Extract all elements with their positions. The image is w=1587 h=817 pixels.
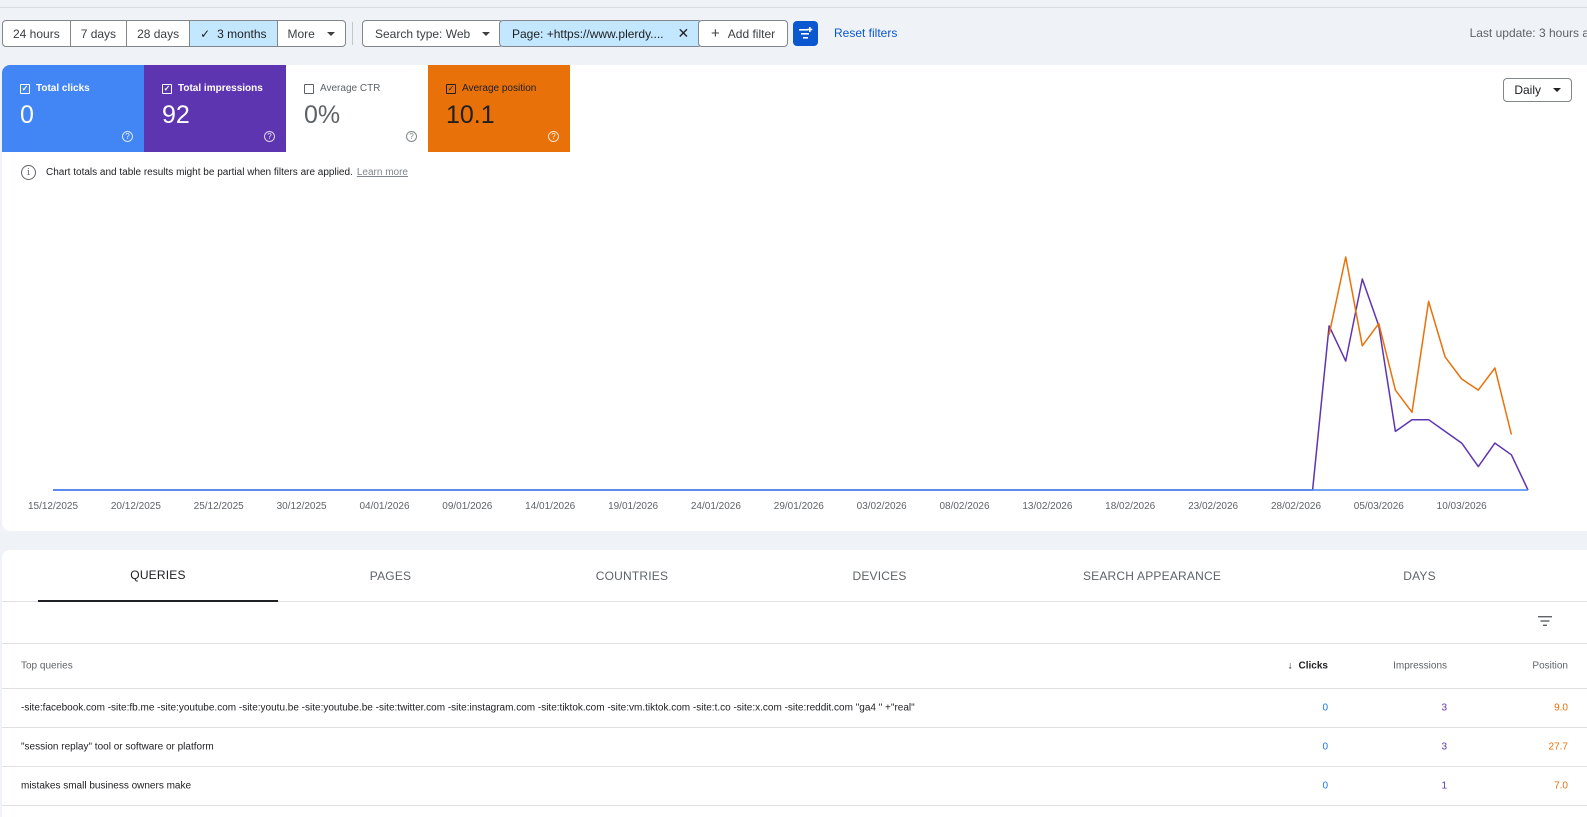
query-cell: mistakes small business owners make [21,780,192,792]
reset-filters-link[interactable]: Reset filters [834,26,897,40]
page-filter-chip[interactable]: Page: +https://www.plerdy.... ✕ [499,20,703,47]
tab-devices[interactable]: DEVICES [782,550,977,602]
x-tick-label: 10/03/2026 [1437,501,1487,512]
x-tick-label: 05/03/2026 [1354,501,1404,512]
range-label: 3 months [217,26,267,41]
range-label: 28 days [137,26,180,41]
add-filter-label: Add filter [727,26,776,41]
x-tick-label: 25/12/2025 [194,501,244,512]
range-7-days[interactable]: 7 days [71,21,128,46]
tab-search-appearance[interactable]: SEARCH APPEARANCE [1052,550,1252,602]
x-tick-label: 13/02/2026 [1022,501,1072,512]
x-tick-label: 18/02/2026 [1105,501,1155,512]
report-table-card: QUERIES PAGES COUNTRIES DEVICES SEARCH A… [2,550,1587,817]
range-label: 7 days [80,26,117,41]
x-tick-label: 20/12/2025 [111,501,161,512]
impressions-cell: 3 [1441,741,1447,753]
x-tick-label: 14/01/2026 [525,501,575,512]
x-tick-label: 19/01/2026 [608,501,658,512]
range-28-days[interactable]: 28 days [127,21,191,46]
clicks-cell: 0 [1322,702,1328,714]
x-tick-label: 28/02/2026 [1271,501,1321,512]
tab-pages[interactable]: PAGES [278,550,503,602]
x-tick-label: 08/02/2026 [939,501,989,512]
tab-queries[interactable]: QUERIES [38,550,278,602]
filter-settings-icon [799,27,813,39]
table-row[interactable]: -site:facebook.com -site:fb.me -site:you… [2,689,1587,728]
check-icon: ✓ [200,26,211,41]
position-cell: 27.7 [1548,741,1568,753]
position-cell: 9.0 [1554,702,1568,714]
performance-line-chart: 15/12/2025 20/12/2025 25/12/2025 30/12/2025… [28,256,1529,512]
range-more-dropdown[interactable]: More [278,21,345,46]
search-type-dropdown[interactable]: Search type: Web [362,20,504,47]
x-tick-label: 29/01/2026 [774,501,824,512]
position-cell: 7.0 [1554,780,1568,792]
impressions-cell: 1 [1441,780,1447,792]
close-icon[interactable]: ✕ [678,25,690,42]
compare-filter-button[interactable] [793,21,818,46]
performance-chart-card: ✓ Total clicks 0 ? ✓ Total impressions 92 … [2,65,1587,531]
chevron-down-icon [326,31,335,36]
add-filter-button[interactable]: + Add filter [698,20,789,47]
col-header-queries: Top queries [21,660,73,672]
tab-countries[interactable]: COUNTRIES [522,550,742,602]
clicks-cell: 0 [1322,741,1328,753]
table-row[interactable]: mistakes small business owners make 0 1 … [2,767,1587,806]
x-tick-label: 23/02/2026 [1188,501,1238,512]
table-filter-icon[interactable] [1537,613,1553,629]
chevron-down-icon [482,31,491,36]
plus-icon: + [711,25,720,42]
impressions-cell: 3 [1441,702,1447,714]
series-line-average-position [1328,256,1513,435]
x-tick-label: 09/01/2026 [442,501,492,512]
tab-days[interactable]: DAYS [1352,550,1487,602]
date-range-selector: 24 hours 7 days 28 days ✓ 3 months More [2,20,346,47]
table-header: Top queries ↓ Clicks Impressions Position [2,643,1587,689]
col-header-impressions[interactable]: Impressions [1393,661,1447,672]
query-cell: -site:facebook.com -site:fb.me -site:you… [21,702,915,714]
col-header-position[interactable]: Position [1532,661,1568,672]
report-tabs: QUERIES PAGES COUNTRIES DEVICES SEARCH A… [2,550,1587,602]
clicks-cell: 0 [1322,780,1328,792]
range-24-hours[interactable]: 24 hours [3,21,71,46]
arrow-down-icon: ↓ [1287,660,1293,672]
range-label: More [287,26,315,41]
last-update-text: Last update: 3 hours a [1469,26,1587,40]
page-filter-label: Page: +https://www.plerdy.... [512,26,664,41]
range-3-months[interactable]: ✓ 3 months [190,21,278,46]
table-row[interactable]: "session replay" tool or software or pla… [2,728,1587,767]
range-label: 24 hours [13,26,60,41]
x-tick-label: 30/12/2025 [277,501,327,512]
col-header-clicks[interactable]: ↓ Clicks [1288,661,1328,672]
filter-divider [352,22,353,45]
series-line-total-impressions [53,278,1529,491]
filter-bar: 24 hours 7 days 28 days ✓ 3 months More S… [2,20,1587,47]
x-tick-label: 24/01/2026 [691,501,741,512]
x-tick-label: 15/12/2025 [28,501,78,512]
search-type-label: Search type: Web [375,26,471,41]
x-tick-label: 04/01/2026 [359,501,409,512]
query-cell: "session replay" tool or software or pla… [21,741,214,753]
col-header-clicks-label: Clicks [1298,660,1328,672]
top-divider [0,7,1587,8]
x-tick-label: 03/02/2026 [857,501,907,512]
